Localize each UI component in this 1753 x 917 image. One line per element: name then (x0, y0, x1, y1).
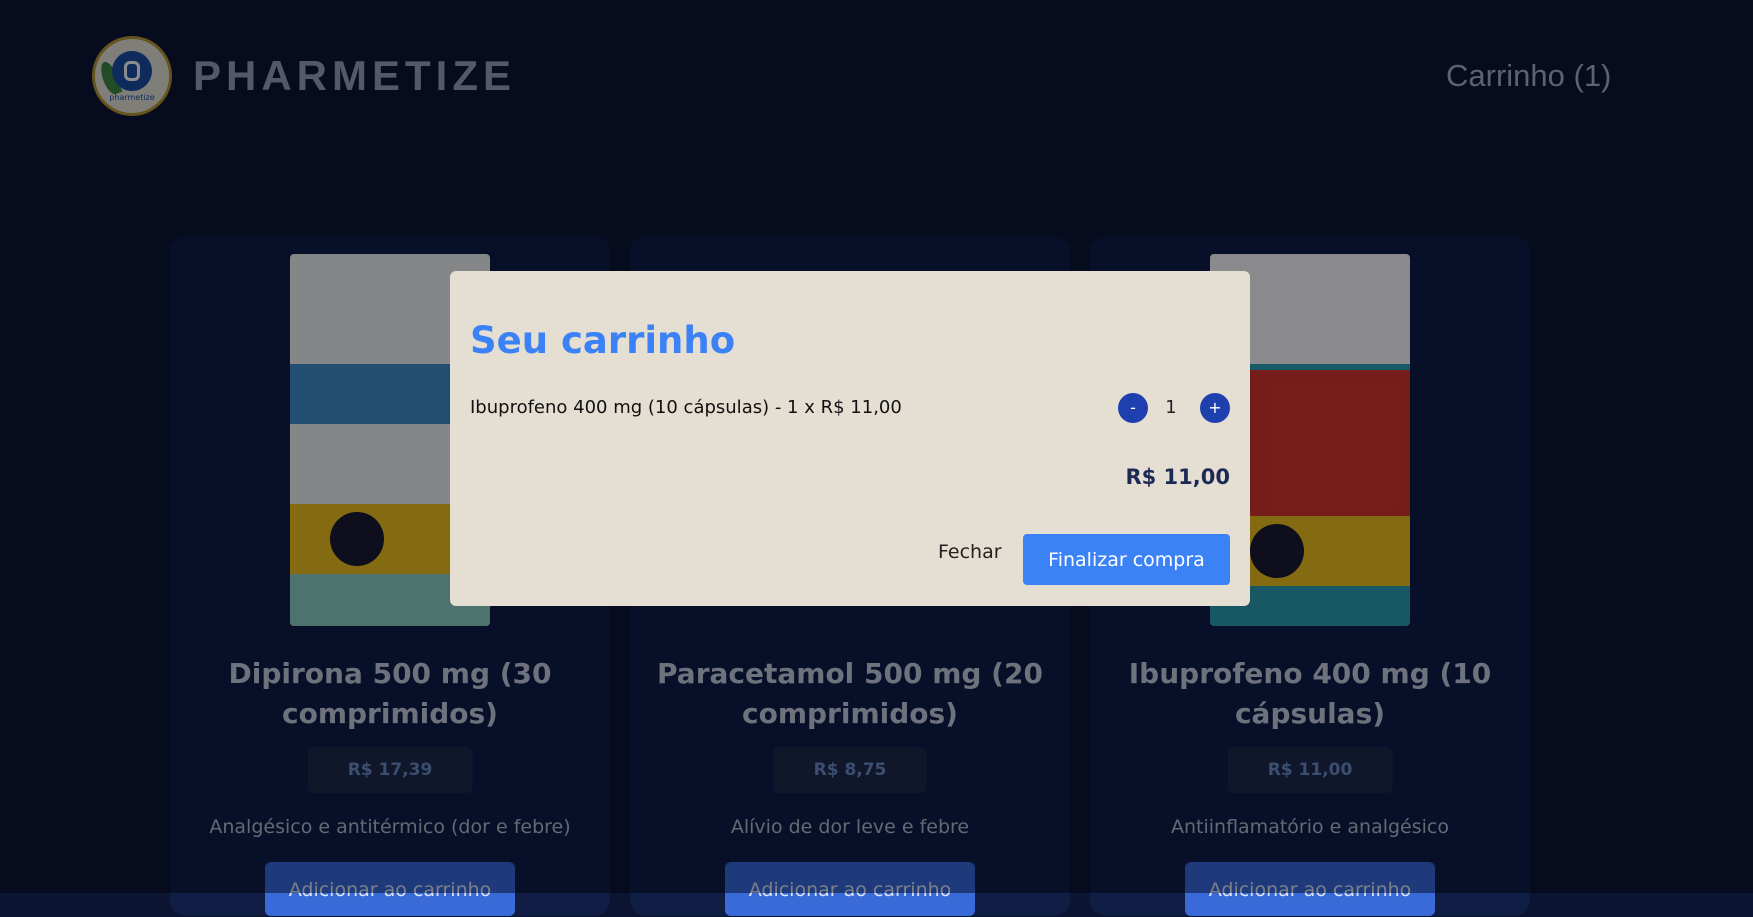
cart-item-row: Ibuprofeno 400 mg (10 cápsulas) - 1 x R$… (470, 393, 1230, 425)
close-button[interactable]: Fechar (938, 541, 1002, 563)
cart-modal: Seu carrinho Ibuprofeno 400 mg (10 cápsu… (450, 271, 1250, 606)
decrease-quantity-button[interactable]: - (1118, 393, 1148, 423)
checkout-button[interactable]: Finalizar compra (1023, 534, 1230, 585)
quantity-value: 1 (1165, 397, 1177, 418)
cart-item-text: Ibuprofeno 400 mg (10 cápsulas) - 1 x R$… (470, 397, 902, 418)
increase-quantity-button[interactable]: + (1200, 393, 1230, 423)
cart-modal-title: Seu carrinho (470, 319, 736, 362)
cart-total: R$ 11,00 (1125, 465, 1230, 489)
